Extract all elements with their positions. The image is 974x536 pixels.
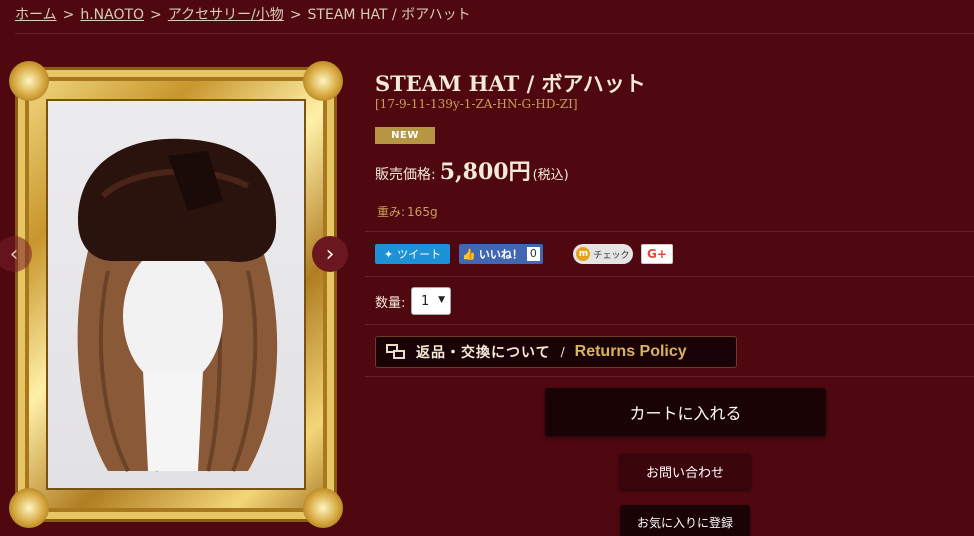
divider	[365, 324, 974, 325]
price-value: 5,800円	[439, 159, 531, 185]
mixi-icon: m	[576, 247, 591, 261]
twitter-icon: ✦	[383, 247, 394, 261]
product-image-frame	[9, 61, 343, 528]
product-photo[interactable]	[48, 101, 304, 488]
windows-icon	[386, 344, 406, 360]
google-plus-icon: G+	[647, 247, 667, 261]
mixi-check-button[interactable]: m チェック	[573, 244, 633, 264]
product-title: STEAM HAT / ボアハット	[375, 71, 646, 96]
weight-value: 165g	[407, 205, 438, 219]
chevron-right-icon: ›	[325, 241, 335, 267]
frame-ornament	[303, 61, 343, 101]
chevron-left-icon: ‹	[9, 241, 19, 267]
gallery-next-button[interactable]: ›	[312, 236, 348, 272]
hat-mannequin-image	[77, 138, 278, 472]
breadcrumb: ホーム > h.NAOTO > アクセサリー/小物 > STEAM HAT / ボアハット	[15, 4, 471, 24]
returns-policy-link[interactable]: 返品・交換について / Returns Policy	[375, 336, 737, 368]
product-sku: [17-9-11-139y-1-ZA-HN-G-HD-ZI]	[375, 97, 578, 111]
breadcrumb-current: STEAM HAT / ボアハット	[307, 7, 471, 23]
price-row: 販売価格: 5,800円 (税込)	[375, 154, 569, 186]
breadcrumb-separator: >	[150, 7, 162, 23]
like-label: いいね！	[478, 248, 523, 261]
quantity-value: 1	[421, 293, 430, 309]
divider	[365, 276, 974, 277]
add-to-cart-button[interactable]: カートに入れる	[545, 388, 826, 436]
quantity-label: 数量:	[375, 296, 406, 311]
tweet-button[interactable]: ✦ ツイート	[375, 244, 450, 264]
price-label: 販売価格:	[375, 167, 436, 183]
breadcrumb-home-link[interactable]: ホーム	[15, 7, 57, 23]
policy-label-jp: 返品・交換について	[416, 345, 551, 361]
breadcrumb-divider	[15, 33, 974, 34]
tweet-label: ツイート	[397, 248, 442, 261]
dropdown-arrow-icon: ▼	[438, 295, 445, 305]
facebook-like-button[interactable]: 👍 いいね！ 0	[459, 244, 543, 264]
breadcrumb-brand-link[interactable]: h.NAOTO	[80, 7, 144, 23]
policy-separator: /	[560, 345, 565, 359]
divider	[365, 376, 974, 377]
quantity-select[interactable]: 1 ▼	[411, 287, 451, 315]
policy-label-en: Returns Policy	[574, 343, 687, 360]
breadcrumb-separator: >	[62, 7, 75, 23]
new-badge: NEW	[375, 127, 435, 144]
weight-label: 重み:	[377, 205, 406, 219]
mixi-label: チェック	[593, 250, 630, 261]
weight-info: 重み: 165g	[375, 203, 438, 220]
thumbs-up-icon: 👍	[462, 247, 476, 261]
like-count: 0	[526, 247, 540, 261]
breadcrumb-category-link[interactable]: アクセサリー/小物	[168, 7, 284, 23]
frame-ornament	[9, 488, 49, 528]
divider	[365, 231, 974, 232]
google-plus-button[interactable]: G+	[641, 244, 673, 264]
inquiry-button[interactable]: お問い合わせ	[619, 453, 751, 489]
add-to-favorites-button[interactable]: お気に入りに登録	[620, 505, 750, 536]
breadcrumb-separator: >	[289, 7, 302, 23]
price-tax-note: (税込)	[532, 168, 569, 183]
